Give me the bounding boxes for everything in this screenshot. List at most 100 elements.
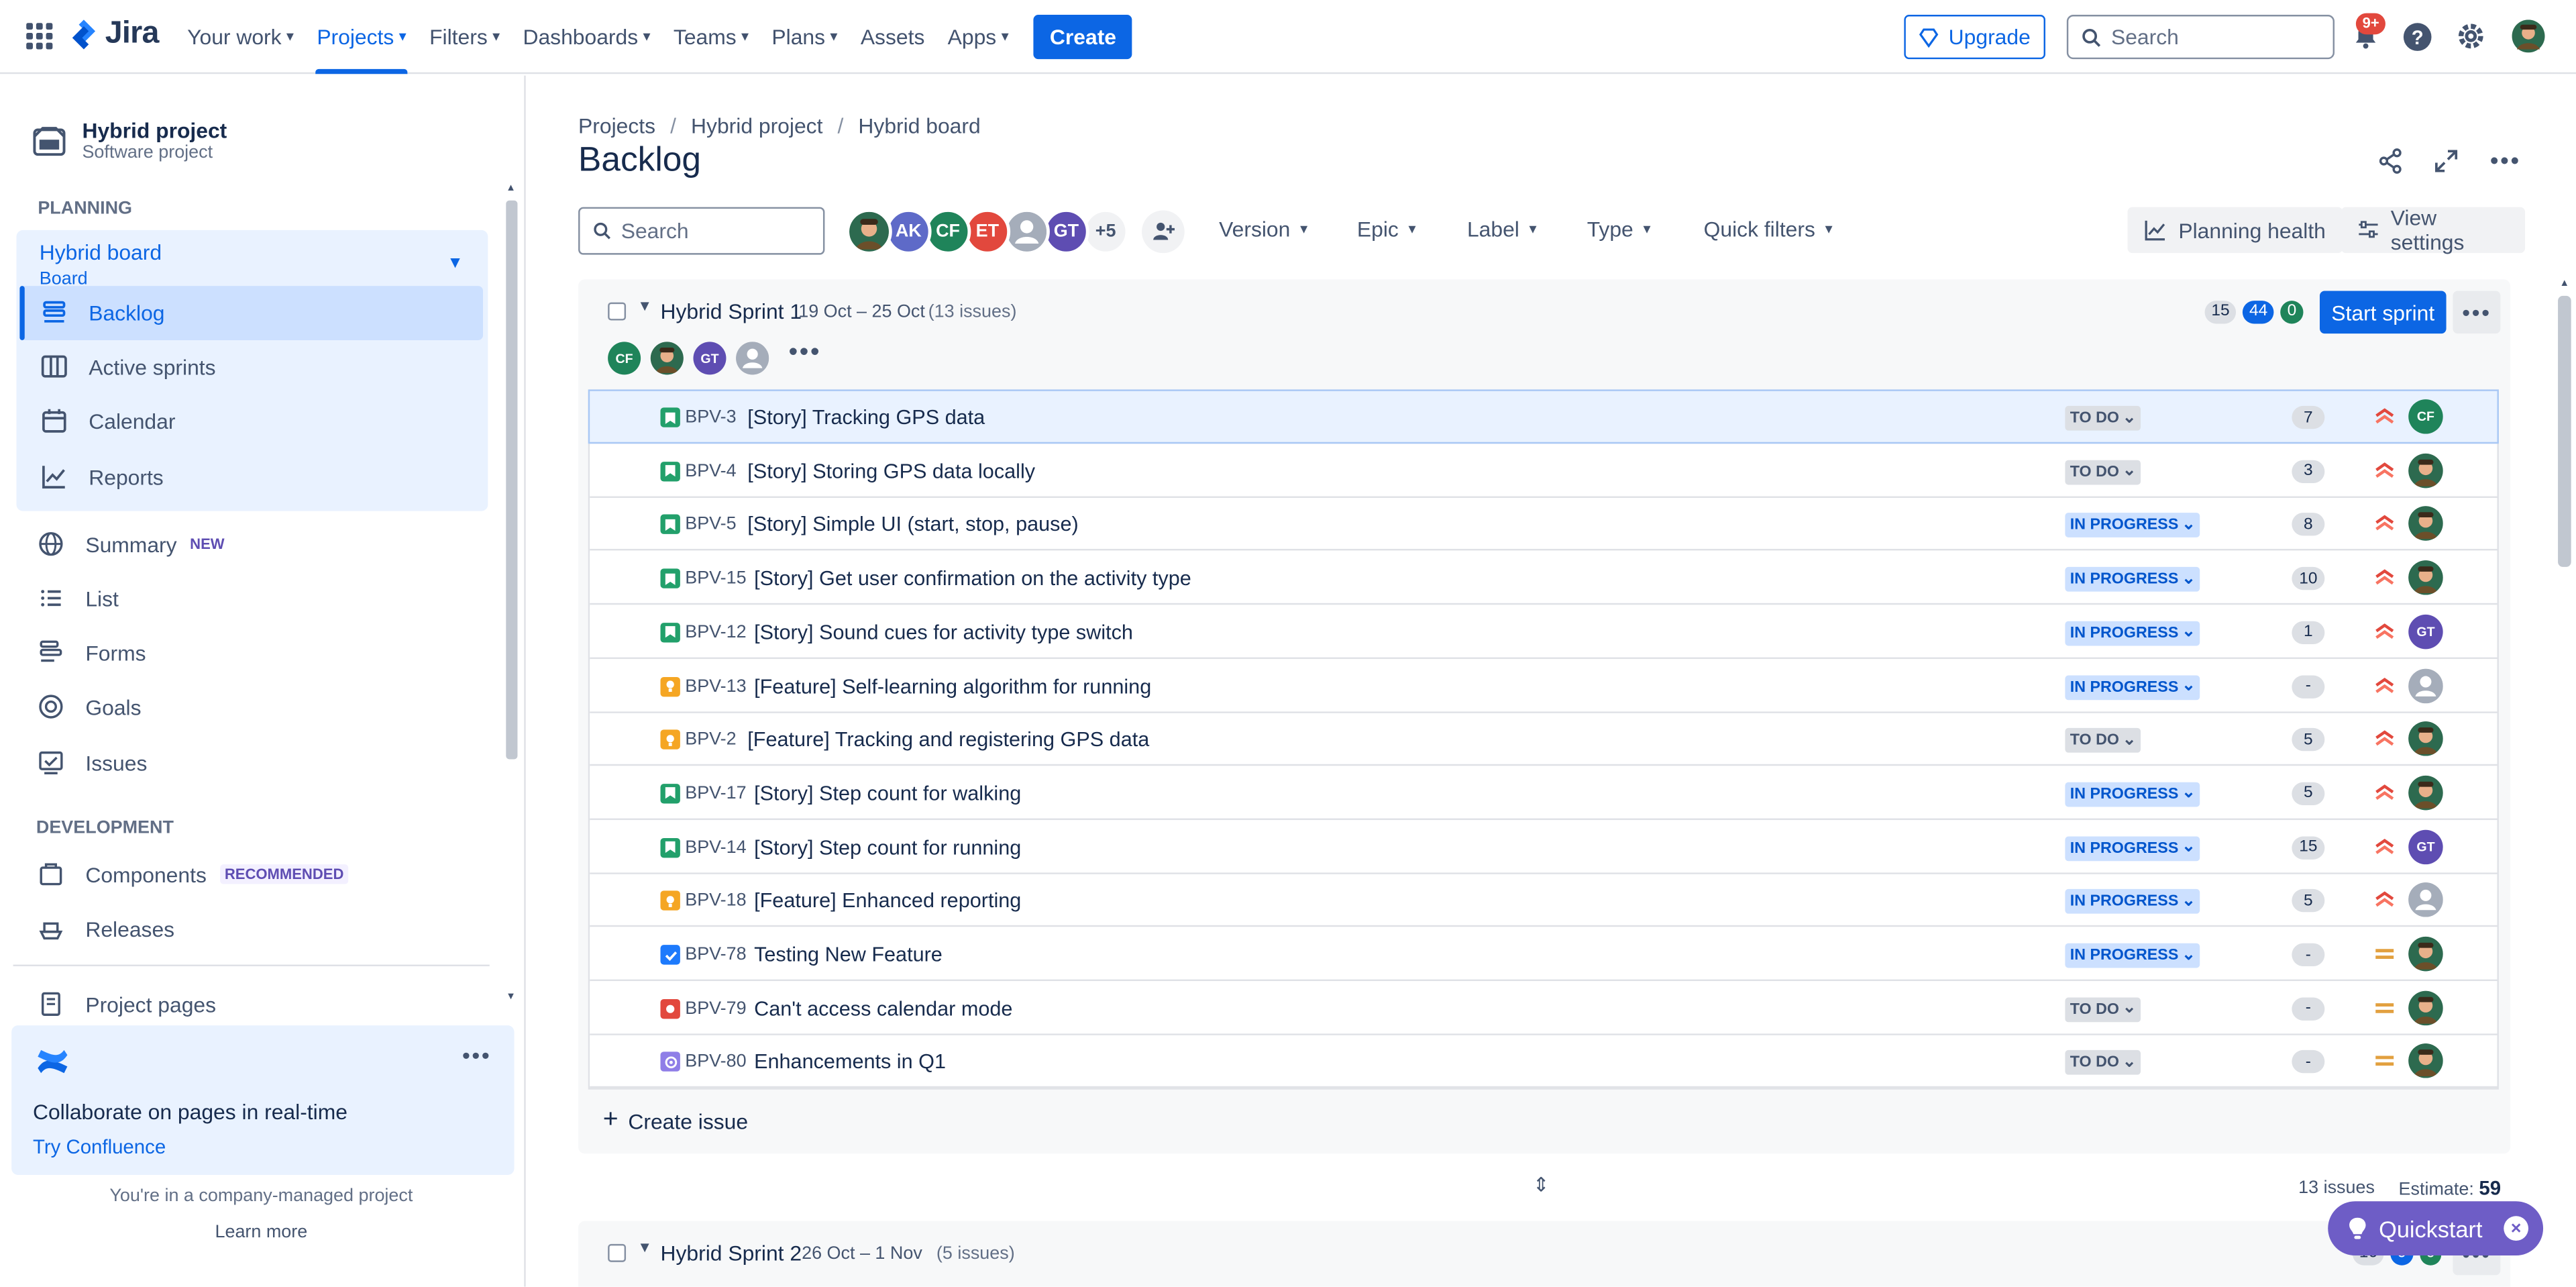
assignee-avatar[interactable]: GT <box>2408 829 2443 864</box>
sidebar-item-calendar[interactable]: Calendar <box>40 406 175 435</box>
assignee-avatar[interactable] <box>2408 560 2443 595</box>
issue-row[interactable]: BPV-12 [Story] Sound cues for activity ty… <box>590 606 2498 659</box>
share-icon[interactable] <box>2375 146 2405 176</box>
story-points-badge[interactable]: - <box>2292 674 2325 698</box>
issue-row[interactable]: BPV-15 [Story] Get user confirmation on t… <box>590 552 2498 605</box>
story-points-badge[interactable]: - <box>2292 1050 2325 1074</box>
nav-your-work[interactable]: Your work ▾ <box>176 0 305 74</box>
board-switcher[interactable]: Hybrid board Board ▼ <box>40 240 467 289</box>
issue-key[interactable]: BPV-17 <box>685 784 746 803</box>
sidebar-item-issues[interactable]: Issues <box>36 748 147 777</box>
issue-key[interactable]: BPV-13 <box>685 676 746 696</box>
issue-key[interactable]: BPV-12 <box>685 623 746 642</box>
sidebar-item-reports[interactable]: Reports <box>40 462 164 491</box>
sprint-select-checkbox[interactable] <box>608 302 627 321</box>
nav-filters[interactable]: Filters ▾ <box>418 0 511 74</box>
sidebar-item-backlog-content[interactable]: Backlog <box>40 297 165 327</box>
story-points-badge[interactable]: 5 <box>2292 889 2325 913</box>
more-assignees-avatar[interactable]: +5 <box>1082 209 1129 255</box>
more-actions-icon[interactable]: ••• <box>2487 146 2524 176</box>
assignee-filter-avatar[interactable] <box>846 209 892 255</box>
epic-filter[interactable]: Epic ▾ <box>1357 217 1416 242</box>
sidebar-item-list[interactable]: List <box>36 583 119 613</box>
status-dropdown[interactable]: IN PROGRESS ⌄ <box>2065 782 2201 807</box>
issue-key[interactable]: BPV-18 <box>685 891 746 911</box>
promo-more-icon[interactable]: ••• <box>462 1042 491 1068</box>
assignee-avatar[interactable] <box>2408 453 2443 488</box>
sprint-assignee-avatar[interactable]: CF <box>608 342 641 375</box>
story-points-badge[interactable]: 10 <box>2292 567 2325 590</box>
close-icon[interactable]: × <box>2504 1216 2529 1241</box>
fullscreen-icon[interactable] <box>2432 146 2461 176</box>
nav-projects[interactable]: Projects ▾ <box>305 0 418 74</box>
sidebar-item-summary[interactable]: Summary NEW <box>36 529 225 559</box>
issue-key[interactable]: BPV-4 <box>685 461 736 480</box>
status-dropdown[interactable]: TO DO ⌄ <box>2065 996 2141 1022</box>
sidebar-scroll-thumb[interactable] <box>506 200 518 760</box>
story-points-badge[interactable]: 3 <box>2292 459 2325 483</box>
story-points-badge[interactable]: 5 <box>2292 728 2325 752</box>
main-scrollbar[interactable]: ▲ <box>2551 279 2576 1286</box>
project-header[interactable]: Hybrid project Software project <box>33 118 227 162</box>
start-sprint-button[interactable]: Start sprint <box>2319 291 2447 334</box>
story-points-badge[interactable]: 1 <box>2292 621 2325 644</box>
issue-row[interactable]: BPV-18 [Feature] Enhanced reporting IN PRO… <box>590 874 2498 927</box>
issue-row[interactable]: BPV-79 Can't access calendar mode TO DO ⌄ - <box>590 982 2498 1035</box>
issue-summary[interactable]: [Story] Step count for walking <box>754 782 1021 805</box>
issue-key[interactable]: BPV-78 <box>685 945 746 964</box>
sprint-more-actions-icon[interactable]: ••• <box>2453 291 2501 334</box>
label-filter[interactable]: Label ▾ <box>1467 217 1537 242</box>
issue-key[interactable]: BPV-2 <box>685 730 736 750</box>
issue-summary[interactable]: Testing New Feature <box>754 943 943 966</box>
sidebar-scrollbar[interactable]: ▲ ▼ <box>502 184 521 1006</box>
issue-row[interactable]: BPV-78 Testing New Feature IN PROGRESS ⌄ - <box>590 928 2498 982</box>
resize-handle-icon[interactable]: ⇕ <box>1533 1174 1550 1196</box>
issue-row[interactable]: BPV-14 [Story] Step count for running IN P… <box>590 821 2498 874</box>
help-icon[interactable]: ? <box>2403 23 2432 51</box>
status-dropdown[interactable]: IN PROGRESS ⌄ <box>2065 943 2201 968</box>
issue-row[interactable]: BPV-3 [Story] Tracking GPS data TO DO ⌄ 7 CF <box>588 389 2499 444</box>
scroll-up-icon[interactable]: ▲ <box>506 184 516 194</box>
assignee-filter-avatar[interactable]: GT <box>1043 209 1089 255</box>
status-dropdown[interactable]: TO DO ⌄ <box>2065 459 2141 484</box>
issue-key[interactable]: BPV-14 <box>685 837 746 857</box>
sprint-select-checkbox[interactable] <box>608 1243 627 1262</box>
breadcrumb-project[interactable]: Hybrid project <box>691 113 822 138</box>
collapse-chevron-icon[interactable]: ▼ <box>637 297 652 313</box>
issue-summary[interactable]: [Feature] Self-learning algorithm for ru… <box>754 674 1151 697</box>
scroll-up-icon[interactable]: ▲ <box>2560 279 2570 289</box>
backlog-search-input[interactable]: Search <box>578 207 825 255</box>
sprint-assignee-avatar[interactable]: GT <box>693 342 727 375</box>
assignee-avatar[interactable] <box>2408 882 2443 918</box>
issue-summary[interactable]: Enhancements in Q1 <box>754 1051 946 1074</box>
assignee-avatar[interactable] <box>2408 668 2443 703</box>
assignee-avatar[interactable] <box>2408 775 2443 811</box>
breadcrumb-board[interactable]: Hybrid board <box>858 113 980 138</box>
status-dropdown[interactable]: IN PROGRESS ⌄ <box>2065 889 2201 915</box>
app-switcher-icon[interactable] <box>26 23 53 50</box>
status-dropdown[interactable]: IN PROGRESS ⌄ <box>2065 513 2201 538</box>
issue-row[interactable]: BPV-80 Enhancements in Q1 TO DO ⌄ - <box>590 1035 2498 1089</box>
issue-summary[interactable]: Can't access calendar mode <box>754 997 1012 1020</box>
nav-apps[interactable]: Apps ▾ <box>936 0 1020 74</box>
breadcrumb-projects[interactable]: Projects <box>578 113 655 138</box>
issue-summary[interactable]: [Story] Get user confirmation on the act… <box>754 567 1191 590</box>
assignee-avatar[interactable] <box>2408 507 2443 542</box>
add-people-icon[interactable] <box>1142 210 1185 254</box>
sidebar-item-project-pages[interactable]: Project pages <box>36 989 216 1019</box>
story-points-badge[interactable]: 8 <box>2292 513 2325 537</box>
issue-summary[interactable]: [Story] Step count for running <box>754 836 1021 859</box>
sprint-title[interactable]: Hybrid Sprint 2 <box>660 1241 802 1266</box>
assignee-avatar[interactable]: GT <box>2408 614 2443 649</box>
issue-summary[interactable]: [Story] Sound cues for activity type swi… <box>754 621 1133 644</box>
create-button[interactable]: Create <box>1033 15 1133 60</box>
assignee-avatar[interactable] <box>2408 936 2443 972</box>
status-dropdown[interactable]: IN PROGRESS ⌄ <box>2065 835 2201 861</box>
status-dropdown[interactable]: IN PROGRESS ⌄ <box>2065 674 2201 700</box>
assignee-filter-avatar[interactable] <box>1004 209 1050 255</box>
quickstart-button[interactable]: Quickstart × <box>2328 1201 2544 1256</box>
scroll-down-icon[interactable]: ▼ <box>506 992 516 1002</box>
main-scroll-thumb[interactable] <box>2558 295 2571 567</box>
sprint-assignee-avatar[interactable] <box>736 342 769 375</box>
story-points-badge[interactable]: 15 <box>2292 835 2325 859</box>
